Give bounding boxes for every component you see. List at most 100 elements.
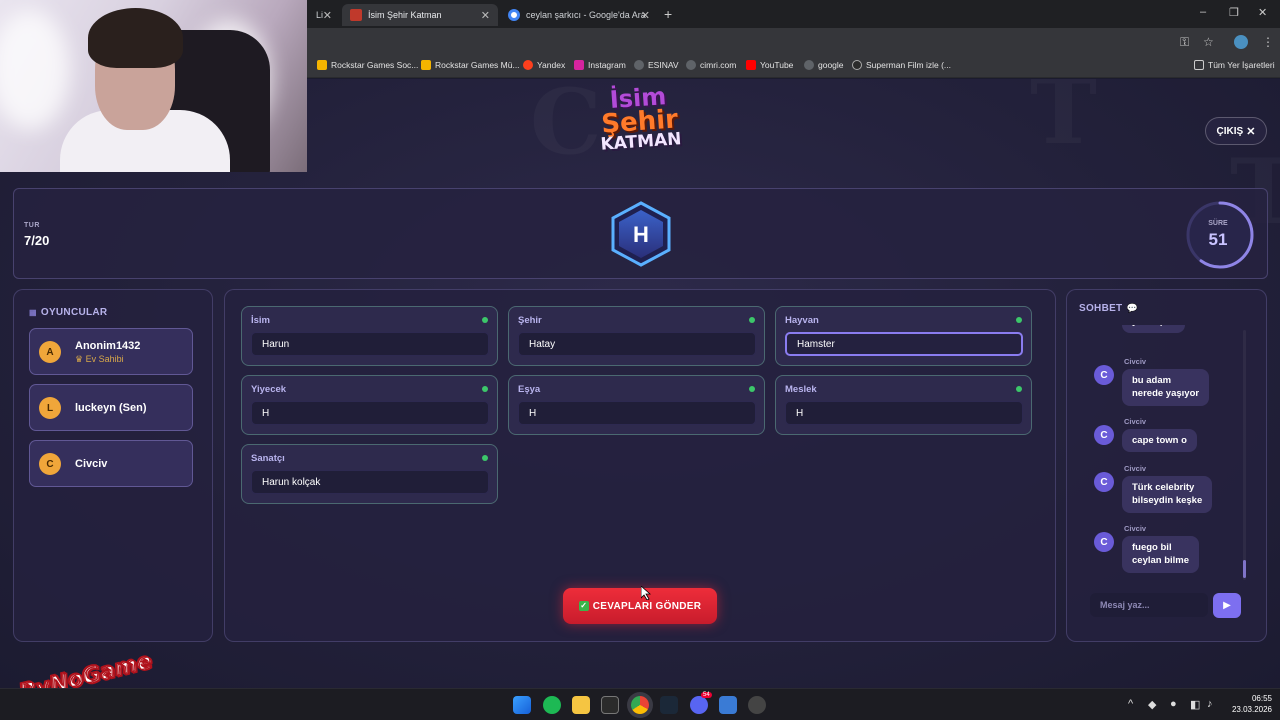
players-panel-title: ▦ OYUNCULAR — [29, 307, 107, 318]
submit-label: CEVAPLARI GÖNDER — [592, 600, 702, 612]
tab-title: ceylan şarkıcı - Google'da Ara — [526, 10, 646, 20]
players-title-text: OYUNCULAR — [40, 307, 108, 318]
spotify-icon[interactable] — [543, 696, 561, 714]
all-bookmarks-folder[interactable]: Tüm Yer İşaretleri — [1194, 60, 1275, 70]
file-explorer-icon[interactable] — [572, 696, 590, 714]
folder-icon — [1194, 60, 1204, 70]
esya-input[interactable] — [518, 401, 756, 425]
system-clock[interactable]: 06:55 23.03.2026 — [1226, 694, 1272, 716]
favicon-icon — [350, 9, 362, 21]
sanatci-input[interactable] — [251, 470, 489, 494]
player-card[interactable]: A Anonim1432 ♛ Ev Sahibi — [29, 328, 193, 375]
chevron-up-icon[interactable]: ^ — [1128, 698, 1133, 710]
exit-button[interactable]: ÇIKIŞ ✕ — [1205, 117, 1267, 145]
round-label: TUR — [24, 222, 40, 229]
new-tab-button[interactable]: + — [664, 6, 672, 22]
player-name: Civciv — [75, 458, 108, 470]
meslek-input[interactable] — [785, 401, 1023, 425]
tab-isim-sehir-katman[interactable]: İsim Şehir Katman ✕ — [342, 4, 498, 26]
microphone-icon[interactable]: ● — [1170, 698, 1177, 710]
logo-line-3: KATMAN — [600, 129, 683, 156]
message-bubble: bu adam nerede yaşıyor — [1122, 369, 1210, 406]
rockstar-icon — [421, 60, 431, 70]
key-icon[interactable]: ⚿ — [1180, 35, 1189, 50]
chat-message: C Civciv cape town o — [1077, 417, 1227, 457]
discord-badge: 54 — [701, 692, 712, 698]
youtube-icon — [746, 60, 756, 70]
bookmark-label: YouTube — [760, 60, 794, 70]
answer-field-sanatci: Sanatçı — [241, 444, 498, 504]
close-icon[interactable]: ✕ — [481, 9, 490, 22]
steam-tray-icon[interactable]: ◆ — [1148, 698, 1156, 711]
bookmark-yandex[interactable]: Yandex — [523, 60, 565, 70]
menu-kebab-icon[interactable]: ⋮ — [1262, 35, 1274, 49]
maximize-button[interactable]: ❐ — [1229, 6, 1239, 19]
host-badge: ♛ Ev Sahibi — [75, 354, 124, 365]
windows-start-icon[interactable] — [513, 696, 531, 714]
status-dot-icon — [1016, 317, 1022, 323]
avatar: C — [1094, 532, 1114, 552]
bookmark-instagram[interactable]: Instagram — [574, 60, 626, 70]
bookmark-superman[interactable]: Superman Film izle (... — [852, 60, 951, 70]
volume-icon[interactable]: ♪ — [1207, 698, 1213, 710]
chat-scrollbar-thumb[interactable] — [1243, 560, 1246, 578]
yiyecek-input[interactable] — [251, 401, 489, 425]
webcam-light — [0, 10, 70, 130]
speech-bubble-icon: 💬 — [1126, 303, 1138, 313]
hayvan-input[interactable] — [785, 332, 1023, 356]
status-dot-icon — [1016, 386, 1022, 392]
sehir-input[interactable] — [518, 332, 756, 356]
discord-icon[interactable] — [690, 696, 708, 714]
player-card[interactable]: C Civciv — [29, 440, 193, 487]
submit-answers-button[interactable]: ✓ CEVAPLARI GÖNDER — [563, 588, 717, 624]
tab-google-search[interactable]: ceylan şarkıcı - Google'da Ara ✕ — [500, 4, 658, 26]
background-letter: T — [1030, 79, 1097, 165]
message-bubble: Türk celebrity bilseydin keşke — [1122, 476, 1213, 513]
bookmark-youtube[interactable]: YouTube — [746, 60, 793, 70]
app-icon[interactable] — [748, 696, 766, 714]
checkmark-icon: ✓ — [578, 601, 589, 611]
bookmark-rockstar-music[interactable]: Rockstar Games Mü... — [421, 60, 520, 70]
profile-avatar-icon[interactable] — [1234, 35, 1248, 49]
bookmark-cimri[interactable]: cimri.com — [686, 60, 736, 70]
chat-scrollbar[interactable] — [1243, 330, 1246, 580]
close-icon[interactable]: ✕ — [641, 9, 650, 22]
message-bubble: cape town o — [1122, 429, 1197, 453]
status-dot-icon — [482, 317, 488, 323]
bookmark-label: Yandex — [537, 60, 566, 70]
bookmark-rockstar-social[interactable]: Rockstar Games Soc... — [317, 60, 418, 70]
avatar: C — [39, 453, 61, 475]
answer-field-sehir: Şehir — [508, 306, 765, 366]
steam-icon[interactable] — [660, 696, 678, 714]
timer-value: 51 — [1209, 230, 1228, 249]
send-button[interactable]: ▶ — [1213, 593, 1241, 618]
app-icon[interactable] — [719, 696, 737, 714]
round-value: 7/20 — [24, 233, 50, 248]
close-icon[interactable]: ✕ — [323, 9, 332, 22]
chat-panel-title: SOHBET 💬 — [1079, 303, 1138, 314]
yandex-icon — [523, 60, 533, 70]
chat-message: C Civciv Türk celebrity bilseydin keşke — [1077, 464, 1227, 524]
store-icon[interactable] — [601, 696, 619, 714]
chrome-icon[interactable] — [631, 696, 649, 714]
bookmark-esinav[interactable]: ESINAV — [634, 60, 679, 70]
bookmark-google[interactable]: google — [804, 60, 844, 70]
status-dot-icon — [482, 455, 488, 461]
chat-message-input[interactable] — [1090, 593, 1208, 617]
field-label: Sanatçı — [251, 453, 285, 464]
field-label: Şehir — [518, 315, 542, 326]
window-close-button[interactable]: ✕ — [1258, 6, 1267, 19]
chat-message: C Civciv bu adam nerede yaşıyor — [1077, 357, 1227, 417]
windows-taskbar: 54 ^ ◆ ● ◧ ♪ 06:55 23.03.2026 — [0, 688, 1280, 720]
rockstar-icon — [317, 60, 327, 70]
minimize-button[interactable]: – — [1200, 6, 1206, 18]
bookmark-label: ESINAV — [648, 60, 679, 70]
network-icon[interactable]: ◧ — [1190, 698, 1200, 711]
player-name: Anonim1432 — [75, 340, 141, 352]
message-author: Civciv — [1124, 524, 1147, 533]
isim-input[interactable] — [251, 332, 489, 356]
status-dot-icon — [482, 386, 488, 392]
bookmark-label: Instagram — [588, 60, 626, 70]
star-icon[interactable]: ☆ — [1203, 35, 1214, 49]
player-card[interactable]: L luckeyn (Sen) — [29, 384, 193, 431]
